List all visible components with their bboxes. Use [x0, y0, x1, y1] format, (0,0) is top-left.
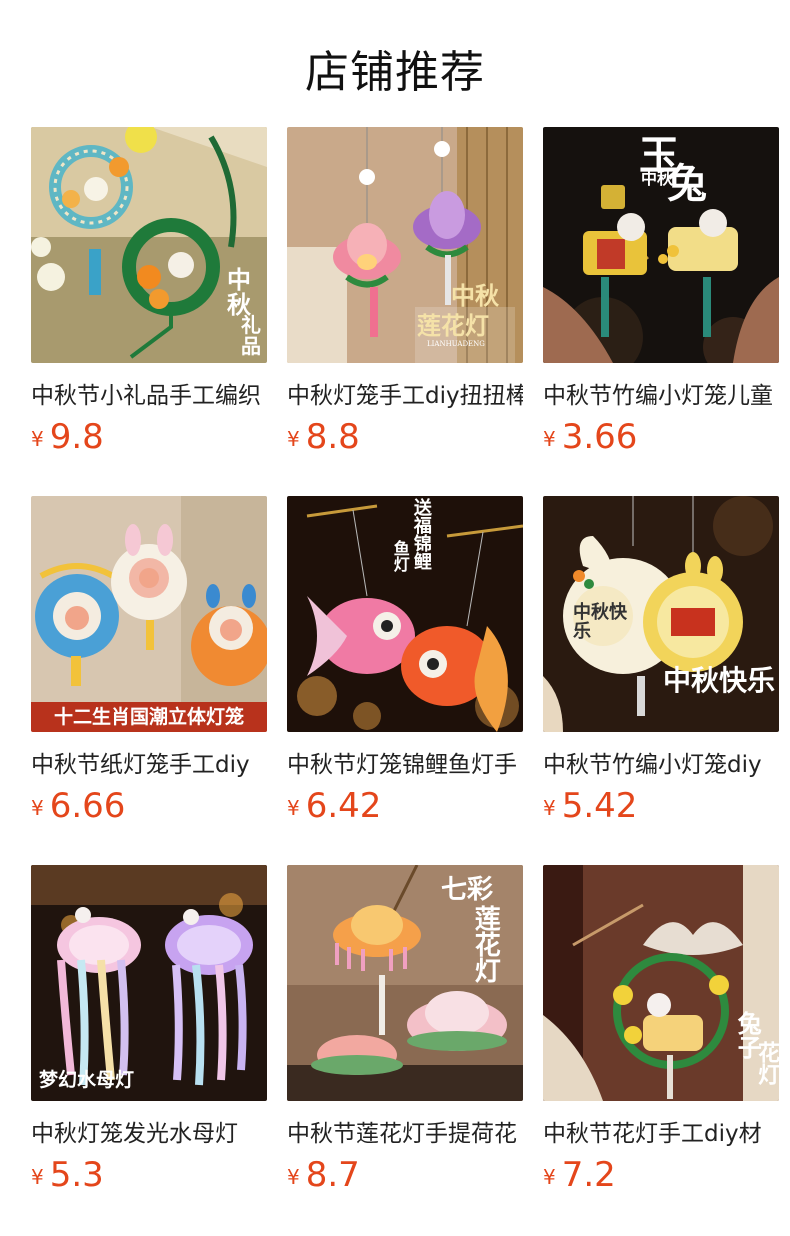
product-card[interactable]: 中秋快乐 中秋快乐 中秋节竹编小灯笼diy ¥5.42 — [543, 496, 779, 865]
product-image[interactable]: 送福锦鲤 鱼灯 — [287, 496, 523, 732]
image-caption: 送福锦鲤 — [410, 498, 432, 570]
product-price: ¥3.66 — [543, 417, 779, 463]
image-caption: LIANHUADENG — [427, 340, 485, 348]
price-value: 6.66 — [49, 786, 126, 826]
product-name[interactable]: 中秋节灯笼锦鲤鱼灯手 — [287, 750, 523, 780]
product-card[interactable]: 送福锦鲤 鱼灯 中秋节灯笼锦鲤鱼灯手 ¥6.42 — [287, 496, 523, 865]
product-card[interactable]: 玉 中秋 兔 中秋节竹编小灯笼儿童 ¥3.66 — [543, 127, 779, 496]
product-name[interactable]: 中秋节竹编小灯笼儿童 — [543, 381, 779, 411]
product-name[interactable]: 中秋节莲花灯手提荷花 — [287, 1119, 523, 1149]
currency-symbol: ¥ — [543, 796, 556, 820]
currency-symbol: ¥ — [287, 796, 300, 820]
image-caption: 中秋快乐 — [573, 602, 627, 642]
image-caption: 七彩 — [441, 875, 494, 905]
product-price: ¥8.7 — [287, 1155, 523, 1201]
image-caption: 中秋 — [451, 281, 499, 310]
image-caption: 花灯 — [754, 1041, 779, 1085]
price-value: 8.7 — [305, 1155, 360, 1195]
product-image[interactable]: 中秋快乐 中秋快乐 — [543, 496, 779, 732]
product-card[interactable]: 兔子 花灯 中秋节花灯手工diy材 ¥7.2 — [543, 865, 779, 1234]
product-image[interactable]: 玉 中秋 兔 — [543, 127, 779, 363]
product-image[interactable]: 七彩 莲花灯 — [287, 865, 523, 1101]
product-image[interactable]: 十二生肖国潮立体灯笼 — [31, 496, 267, 732]
image-caption: 莲花灯 — [417, 311, 489, 340]
product-price: ¥5.42 — [543, 786, 779, 832]
product-grid: 中 秋 礼 品 中秋节小礼品手工编织 ¥9.8 中秋 莲花灯 LIANHUADE… — [31, 127, 790, 1234]
product-image[interactable]: 中秋 莲花灯 LIANHUADENG — [287, 127, 523, 363]
image-caption: 鱼灯 — [390, 540, 410, 572]
product-price: ¥5.3 — [31, 1155, 267, 1201]
product-price: ¥7.2 — [543, 1155, 779, 1201]
image-caption: 莲花灯 — [470, 905, 501, 983]
product-name[interactable]: 中秋节小礼品手工编织 — [31, 381, 267, 411]
currency-symbol: ¥ — [287, 1165, 300, 1189]
product-card[interactable]: 中秋 莲花灯 LIANHUADENG 中秋灯笼手工diy扭扭棒 ¥8.8 — [287, 127, 523, 496]
product-price: ¥6.42 — [287, 786, 523, 832]
section-title: 店铺推荐 — [305, 47, 485, 98]
currency-symbol: ¥ — [287, 427, 300, 451]
image-caption: 中秋快乐 — [663, 664, 776, 697]
currency-symbol: ¥ — [543, 427, 556, 451]
price-value: 3.66 — [561, 417, 638, 457]
product-card[interactable]: 十二生肖国潮立体灯笼 中秋节纸灯笼手工diy ¥6.66 — [31, 496, 267, 865]
price-value: 9.8 — [49, 417, 104, 457]
product-name[interactable]: 中秋节花灯手工diy材 — [543, 1119, 779, 1149]
product-price: ¥6.66 — [31, 786, 267, 832]
product-card[interactable]: 中 秋 礼 品 中秋节小礼品手工编织 ¥9.8 — [31, 127, 267, 496]
product-name[interactable]: 中秋节纸灯笼手工diy — [31, 750, 267, 780]
price-value: 8.8 — [305, 417, 360, 457]
product-name[interactable]: 中秋灯笼手工diy扭扭棒 — [287, 381, 523, 411]
image-caption: 中 秋 — [227, 265, 251, 320]
currency-symbol: ¥ — [31, 1165, 44, 1189]
product-price: ¥8.8 — [287, 417, 523, 463]
price-value: 7.2 — [561, 1155, 616, 1195]
price-value: 5.3 — [49, 1155, 104, 1195]
product-price: ¥9.8 — [31, 417, 267, 463]
product-image[interactable]: 兔子 花灯 — [543, 865, 779, 1101]
currency-symbol: ¥ — [543, 1165, 556, 1189]
product-name[interactable]: 中秋节竹编小灯笼diy — [543, 750, 779, 780]
product-card[interactable]: 梦幻水母灯 中秋灯笼发光水母灯 ¥5.3 — [31, 865, 267, 1234]
price-value: 6.42 — [305, 786, 382, 826]
product-name[interactable]: 中秋灯笼发光水母灯 — [31, 1119, 267, 1149]
image-caption: 兔 — [667, 160, 707, 207]
image-banner: 十二生肖国潮立体灯笼 — [31, 702, 267, 732]
image-caption: 礼 品 — [241, 313, 261, 358]
currency-symbol: ¥ — [31, 796, 44, 820]
price-value: 5.42 — [561, 786, 638, 826]
product-image[interactable]: 中 秋 礼 品 — [31, 127, 267, 363]
product-image[interactable]: 梦幻水母灯 — [31, 865, 267, 1101]
currency-symbol: ¥ — [31, 427, 44, 451]
image-caption: 梦幻水母灯 — [39, 1069, 135, 1091]
product-card[interactable]: 七彩 莲花灯 中秋节莲花灯手提荷花 ¥8.7 — [287, 865, 523, 1234]
